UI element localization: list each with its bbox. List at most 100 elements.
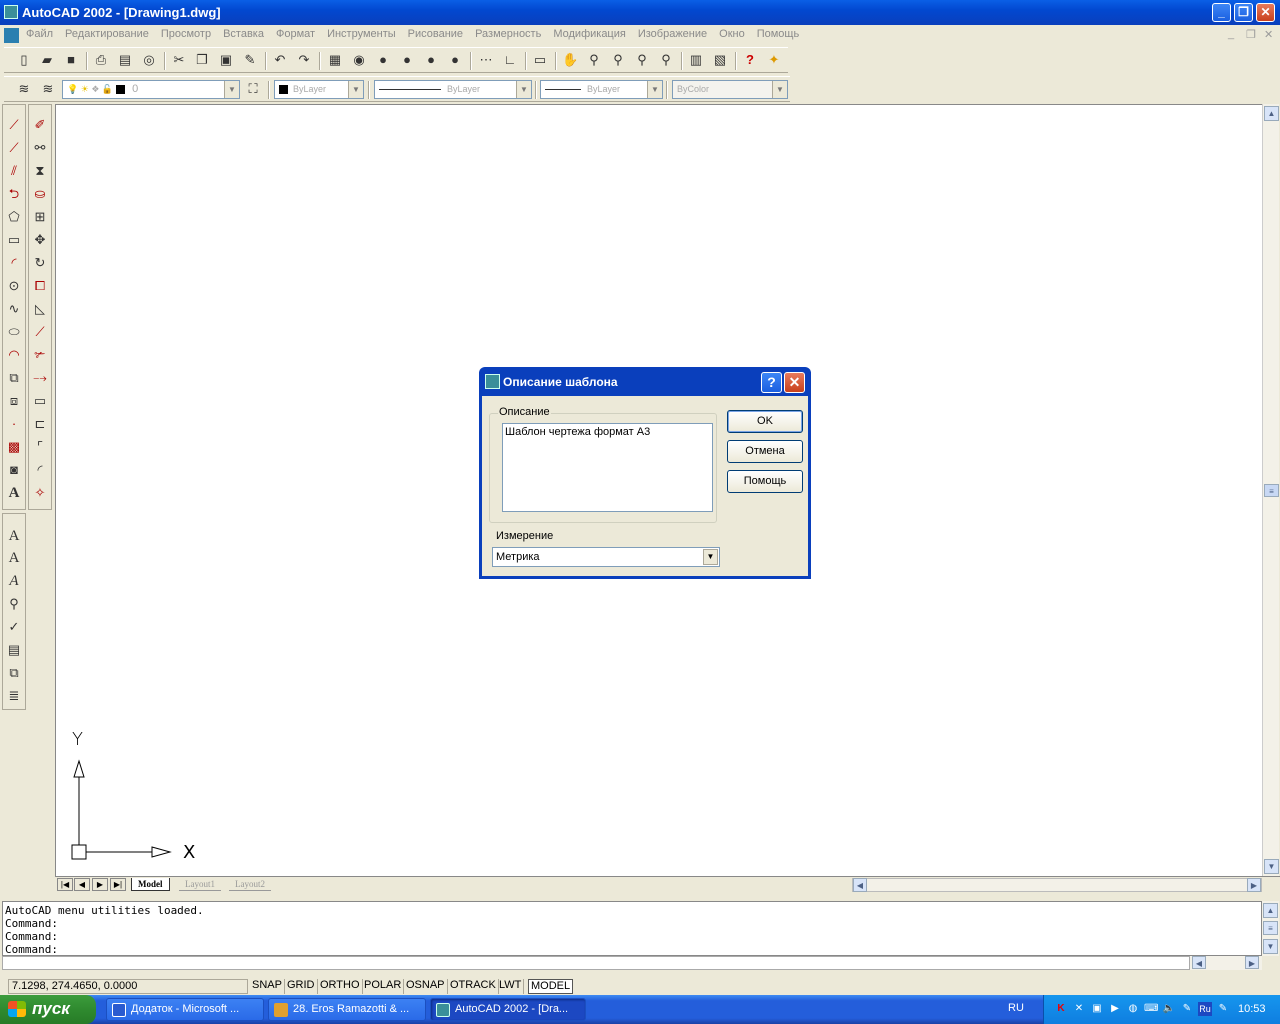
redraw-icon[interactable]: ▭ — [532, 52, 548, 68]
help-icon[interactable]: ? — [742, 52, 758, 68]
scroll-up-button[interactable]: ▲ — [1263, 903, 1278, 918]
menu-tools[interactable]: Инструменты — [327, 28, 396, 40]
cancel-button[interactable]: Отмена — [727, 440, 803, 463]
publish-icon[interactable]: ◎ — [141, 52, 157, 68]
plotstyle-dropdown[interactable]: ByColor ▼ — [672, 80, 788, 99]
chevron-down-icon[interactable]: ▼ — [224, 81, 239, 98]
design-center-icon[interactable]: ▦ — [327, 52, 343, 68]
scroll-right-button[interactable]: ▶ — [1247, 878, 1261, 892]
rotate-icon[interactable]: ↻ — [31, 254, 49, 272]
trim-icon[interactable]: ✃ — [31, 346, 49, 364]
doc-minimize-button[interactable]: _ — [1228, 28, 1234, 40]
copy-object-icon[interactable]: ⚯ — [31, 139, 49, 157]
multiline-text-icon[interactable]: A — [5, 484, 23, 502]
scroll-left-button[interactable]: ◀ — [1192, 956, 1206, 969]
region-icon[interactable]: ◙ — [5, 461, 23, 479]
scroll-left-button[interactable]: ◀ — [853, 878, 867, 892]
construction-line-icon[interactable]: ⟋ — [5, 139, 23, 157]
text-icon[interactable]: A — [5, 527, 23, 545]
layer-dropdown[interactable]: 💡 ☀ ❖ 🔓 0 ▼ — [62, 80, 240, 99]
menu-file[interactable]: Файл — [26, 28, 53, 40]
polyline-icon[interactable]: ⮌ — [5, 185, 23, 203]
zoom-previous-icon[interactable]: ⚲ — [634, 52, 650, 68]
lengthen-icon[interactable]: ⟋ — [31, 323, 49, 341]
chevron-down-icon[interactable]: ▼ — [772, 81, 787, 98]
paste-icon[interactable]: ▣ — [218, 52, 234, 68]
web-publish-icon[interactable]: ● — [423, 52, 439, 68]
menu-format[interactable]: Формат — [276, 28, 315, 40]
spline-icon[interactable]: ∿ — [5, 300, 23, 318]
task-autocad[interactable]: AutoCAD 2002 - [Dra... — [430, 998, 586, 1021]
scroll-up-button[interactable]: ▲ — [1264, 106, 1279, 121]
close-button[interactable]: ✕ — [1256, 3, 1275, 22]
circle-icon[interactable]: ⊙ — [5, 277, 23, 295]
rectangle-icon[interactable]: ▭ — [5, 231, 23, 249]
undo-icon[interactable]: ↶ — [272, 52, 288, 68]
web-browse-icon[interactable]: ● — [399, 52, 415, 68]
scale-icon[interactable]: ⧠ — [31, 277, 49, 295]
single-line-text-icon[interactable]: A — [5, 549, 23, 567]
command-horizontal-scrollbar[interactable]: ◀ ▶ — [1190, 956, 1262, 970]
previous-tab-button[interactable]: ◀ — [74, 878, 90, 891]
zoom-extents-icon[interactable]: ⚲ — [658, 52, 674, 68]
pan-icon[interactable]: ✋ — [562, 52, 578, 68]
antivirus-icon[interactable]: K — [1054, 1002, 1068, 1016]
scroll-down-button[interactable]: ▼ — [1264, 859, 1279, 874]
zoom-realtime-icon[interactable]: ⚲ — [586, 52, 602, 68]
edit-text-icon[interactable]: A — [5, 572, 23, 590]
player-icon[interactable]: ▶ — [1108, 1002, 1122, 1016]
tab-layout2[interactable]: Layout2 — [229, 878, 271, 891]
layer-manager-icon[interactable]: ≋ — [16, 81, 32, 97]
ellipse-arc-icon[interactable]: ◠ — [5, 346, 23, 364]
ok-button[interactable]: OK — [727, 410, 803, 433]
last-tab-button[interactable]: ▶| — [110, 878, 126, 891]
menu-insert[interactable]: Вставка — [223, 28, 264, 40]
description-textarea[interactable]: Шаблон чертежа формат А3 — [502, 423, 713, 512]
redo-icon[interactable]: ↷ — [296, 52, 312, 68]
polygon-icon[interactable]: ⬠ — [5, 208, 23, 226]
scroll-thumb[interactable]: ≡ — [1264, 484, 1279, 497]
spell-check-icon[interactable]: ✓ — [5, 618, 23, 636]
chevron-down-icon[interactable]: ▼ — [647, 81, 662, 98]
update-icon[interactable]: ✎ — [1216, 1002, 1230, 1016]
color-dropdown[interactable]: ByLayer ▼ — [274, 80, 364, 99]
keyboard-icon[interactable]: ⌨ — [1144, 1002, 1158, 1016]
copy-icon[interactable]: ❐ — [194, 52, 210, 68]
first-tab-button[interactable]: |◀ — [57, 878, 73, 891]
make-layer-current-icon[interactable]: ⛶ — [245, 81, 261, 97]
tool-palettes-icon[interactable]: ▧ — [712, 52, 728, 68]
line-icon[interactable]: ⟋ — [5, 116, 23, 134]
break-icon[interactable]: ▭ — [31, 392, 49, 410]
ucs-icon[interactable]: ∟ — [502, 52, 518, 68]
menu-help[interactable]: Помощь — [757, 28, 800, 40]
menu-edit[interactable]: Редактирование — [65, 28, 149, 40]
make-block-icon[interactable]: ⧈ — [5, 392, 23, 410]
find-replace-icon[interactable]: ⚲ — [5, 595, 23, 613]
ellipse-icon[interactable]: ⬭ — [5, 323, 23, 341]
restore-button[interactable]: ❐ — [1234, 3, 1253, 22]
save-icon[interactable]: ■ — [63, 52, 79, 68]
move-icon[interactable]: ✥ — [31, 231, 49, 249]
network-icon[interactable]: ✕ — [1072, 1002, 1086, 1016]
minimize-button[interactable]: _ — [1212, 3, 1231, 22]
lineweight-dropdown[interactable]: ByLayer ▼ — [540, 80, 663, 99]
extend-icon[interactable]: ⤍ — [31, 369, 49, 387]
document-icon[interactable] — [4, 28, 19, 43]
dialog-close-button[interactable]: ✕ — [784, 372, 805, 393]
task-media[interactable]: 28. Eros Ramazotti & ... — [268, 998, 426, 1021]
stretch-icon[interactable]: ◺ — [31, 300, 49, 318]
menu-draw[interactable]: Рисование — [408, 28, 463, 40]
erase-icon[interactable]: ✐ — [31, 116, 49, 134]
tab-layout1[interactable]: Layout1 — [179, 878, 221, 891]
menu-window[interactable]: Окно — [719, 28, 745, 40]
menu-image[interactable]: Изображение — [638, 28, 707, 40]
web-globe-icon[interactable]: ● — [375, 52, 391, 68]
scroll-down-button[interactable]: ▼ — [1263, 939, 1278, 954]
scale-text-icon[interactable]: ⧉ — [5, 664, 23, 682]
fillet-icon[interactable]: ◜ — [31, 461, 49, 479]
print-icon[interactable]: ⎙ — [93, 52, 109, 68]
match-properties-icon[interactable]: ✎ — [242, 52, 258, 68]
dialog-title-bar[interactable]: Описание шаблона ? ✕ — [482, 367, 808, 396]
task-word[interactable]: Додаток - Microsoft ... — [106, 998, 264, 1021]
explode-icon[interactable]: ✧ — [31, 484, 49, 502]
